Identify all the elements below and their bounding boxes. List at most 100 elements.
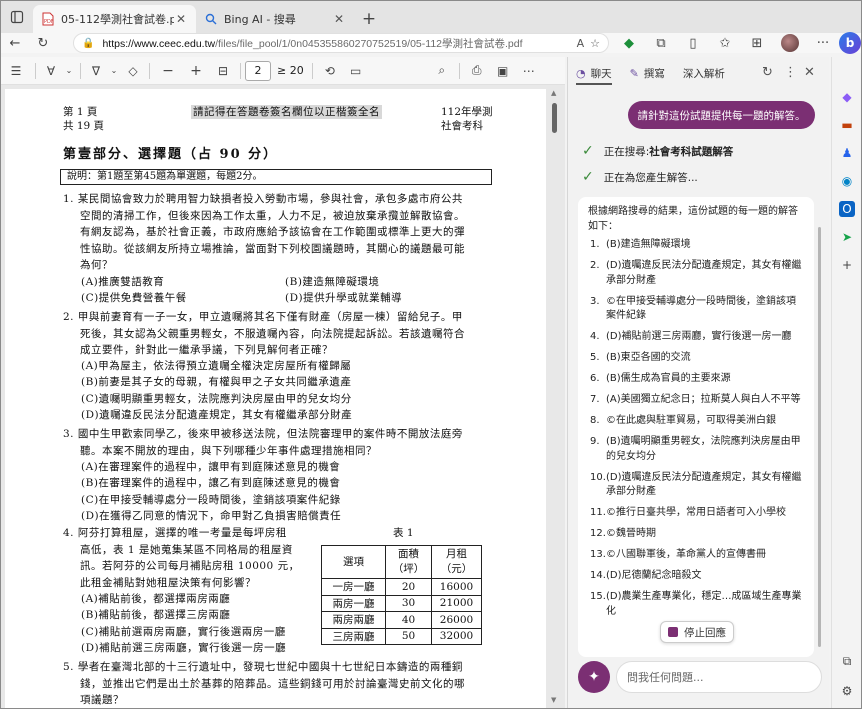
divider (35, 62, 36, 79)
tab-compose[interactable]: ✎ 撰寫 (630, 57, 665, 89)
header-line: 月租 (446, 548, 467, 560)
pdf-viewer[interactable]: 第 1 頁 共 19 頁 請記得在答題卷簽名欄位以正楷簽全名 112年學測 社會… (1, 85, 565, 708)
status-query[interactable]: 社會考科試題解答 (649, 144, 733, 159)
refresh-icon[interactable]: ↻ (29, 33, 57, 53)
page-number-text: 第 1 頁 (63, 106, 98, 118)
tab-bing[interactable]: Bing AI - 搜尋 ✕ (196, 5, 354, 33)
answer-number: 10. (590, 471, 606, 483)
ask-input[interactable]: 問我任何問題... (616, 661, 822, 693)
option: (A)推廣雙語教育 (81, 276, 165, 288)
tab-pdf[interactable]: PDF 05-112學測社會試卷.pdf ✕ (33, 5, 196, 33)
new-tab-button[interactable]: + (354, 5, 384, 33)
rotate-icon[interactable]: ⟲ (317, 57, 343, 85)
url-text[interactable]: https://www.ceec.edu.tw/files/file_pool/… (102, 36, 576, 51)
close-tab-icon[interactable]: ✕ (332, 12, 346, 26)
tab-chat[interactable]: ◔ 聊天 (576, 57, 612, 89)
chevron-down-icon[interactable]: ⌄ (107, 57, 121, 85)
answer-item: 6. (B)儒生成為官員的主要來源 (588, 372, 804, 387)
answer-number: 8. (590, 415, 600, 426)
page-view-icon[interactable]: ▭ (343, 57, 369, 85)
save-icon[interactable]: ▣ (490, 57, 516, 85)
chat-scrollbar[interactable] (818, 197, 822, 657)
table-row: 兩房一廳 30 21000 (321, 594, 482, 612)
extensions-puzzle-icon[interactable]: ⧉ (645, 36, 677, 51)
add-icon[interactable]: + (839, 257, 855, 273)
check-icon: ✓ (582, 143, 594, 159)
scrollbar-thumb[interactable] (552, 103, 557, 133)
scroll-down-icon[interactable]: ▼ (551, 696, 556, 704)
read-aloud-icon[interactable]: A (577, 37, 585, 50)
table-of-contents-icon[interactable]: ☰ (1, 57, 31, 85)
answer-number: 14. (590, 570, 606, 581)
zoom-in-icon[interactable]: + (182, 57, 210, 85)
workspaces-icon[interactable] (1, 1, 33, 33)
question-line: 性協助。從該網友所持立場推論，當面對下列校園議題時，其關心的議題最可能 (80, 242, 465, 255)
erase-icon[interactable]: ◇ (121, 57, 145, 85)
more-icon[interactable]: ⋮ (784, 65, 797, 80)
pdf-file-icon: PDF (41, 12, 55, 26)
table-header: 面積 （坪） (385, 545, 432, 579)
answer-number: 13. (590, 549, 606, 560)
new-topic-broom-icon[interactable]: ✦ (578, 661, 610, 693)
pdf-toolbar: ☰ ∀ ⌄ ∇ ⌄ ◇ − + ⊟ 2 ≥ 20 ⟲ ▭ ⌕ ⎙ ▣ ⋯ (1, 57, 565, 85)
answer-number: 3. (590, 295, 600, 307)
question-line: 訊。若阿芬的公司每月補貼房租 10000 元， (80, 560, 300, 572)
split-screen-icon[interactable]: ▯ (677, 36, 709, 51)
bing-copilot-icon[interactable]: b (839, 32, 861, 54)
chevron-down-icon[interactable]: ⌄ (62, 57, 76, 85)
scrollbar-thumb[interactable] (818, 227, 821, 647)
option: (A)在審理案件的過程中，讓甲有到庭陳述意見的機會 (81, 461, 341, 473)
fit-page-icon[interactable]: ⊟ (210, 57, 236, 85)
more-icon[interactable]: ⋯ (516, 57, 542, 85)
pdf-scrollbar[interactable]: ▲ ▼ (550, 89, 560, 704)
page-header-left: 第 1 頁 共 19 頁 (63, 105, 104, 133)
close-icon[interactable]: ✕ (804, 65, 815, 80)
answer-number: 2. (590, 260, 600, 271)
zoom-out-icon[interactable]: − (154, 57, 182, 85)
profile-avatar[interactable] (781, 34, 799, 52)
answer-text: ©在此處與駐軍貿易，可取得美洲白銀 (606, 415, 776, 426)
more-menu-icon[interactable]: ··· (807, 36, 839, 51)
table-cell: 20 (385, 578, 432, 596)
answer-text: (D)補貼前選三房兩廳，實行後選一房一廳 (606, 331, 792, 342)
option: (B)前妻是其子女的母親，有權與甲之子女共同繼承遺產 (81, 376, 352, 388)
send-icon[interactable]: ➤ (839, 229, 855, 245)
answer-intro: 根據網路搜尋的結果，這份試題的每一題的解答如下： (588, 206, 798, 232)
question-line: 死後，其女認為父親重男輕女，不服遺囑內容，向法院提起訴訟。若該遺囑符合 (80, 327, 465, 340)
draw-icon[interactable]: ∇ (85, 57, 107, 85)
collections-icon[interactable]: ⊞ (741, 36, 773, 51)
person-icon[interactable]: ♟ (839, 145, 855, 161)
refresh-icon[interactable]: ↻ (762, 65, 773, 80)
extension-leaf-icon[interactable]: ◆ (613, 36, 645, 51)
highlight-icon[interactable]: ∀ (40, 57, 62, 85)
tag-icon[interactable]: ◆ (839, 89, 855, 105)
lock-icon: 🔒 (82, 37, 95, 49)
divider (149, 62, 150, 79)
status-text: 正在為您產生解答... (603, 171, 698, 184)
settings-gear-icon[interactable]: ⚙ (839, 683, 855, 699)
briefcase-icon[interactable]: ▬ (839, 117, 855, 133)
favorite-star-icon[interactable]: ☆ (590, 37, 600, 50)
answer-text: ©魏晉時期 (606, 528, 656, 539)
answer-item: 11. ©推行日臺共學，常用日語者可入小學校 (588, 506, 804, 521)
expand-icon[interactable]: ⧉ (839, 653, 855, 669)
back-arrow-icon[interactable]: ← (1, 33, 29, 53)
page-count: ≥ 20 (277, 64, 304, 77)
edge-icon[interactable]: ◉ (839, 173, 855, 189)
tab-label: 深入解析 (682, 67, 725, 80)
stop-responding-button[interactable]: 停止回應 (660, 621, 734, 643)
print-icon[interactable]: ⎙ (464, 57, 490, 85)
close-tab-icon[interactable]: ✕ (174, 12, 188, 26)
search-icon[interactable]: ⌕ (429, 57, 455, 85)
outlook-icon[interactable]: O (839, 201, 855, 217)
page-header-right: 112年學測 社會考科 (441, 105, 493, 133)
address-bar[interactable]: 🔒 https://www.ceec.edu.tw/files/file_poo… (73, 33, 609, 53)
answer-text: (B)遺囑明顯重男輕女，法院應判決房屋由甲的兒女均分 (606, 436, 801, 462)
part-title: 第壹部分、選擇題（占 90 分） (63, 147, 279, 162)
page-number-input[interactable]: 2 (245, 60, 271, 81)
scroll-up-icon[interactable]: ▲ (551, 89, 556, 97)
header-line: 面積 (398, 548, 419, 560)
favorites-icon[interactable]: ✩ (709, 36, 741, 51)
tab-strip: PDF 05-112學測社會試卷.pdf ✕ Bing AI - 搜尋 ✕ + (1, 1, 861, 33)
tab-insights[interactable]: 深入解析 (683, 57, 725, 89)
